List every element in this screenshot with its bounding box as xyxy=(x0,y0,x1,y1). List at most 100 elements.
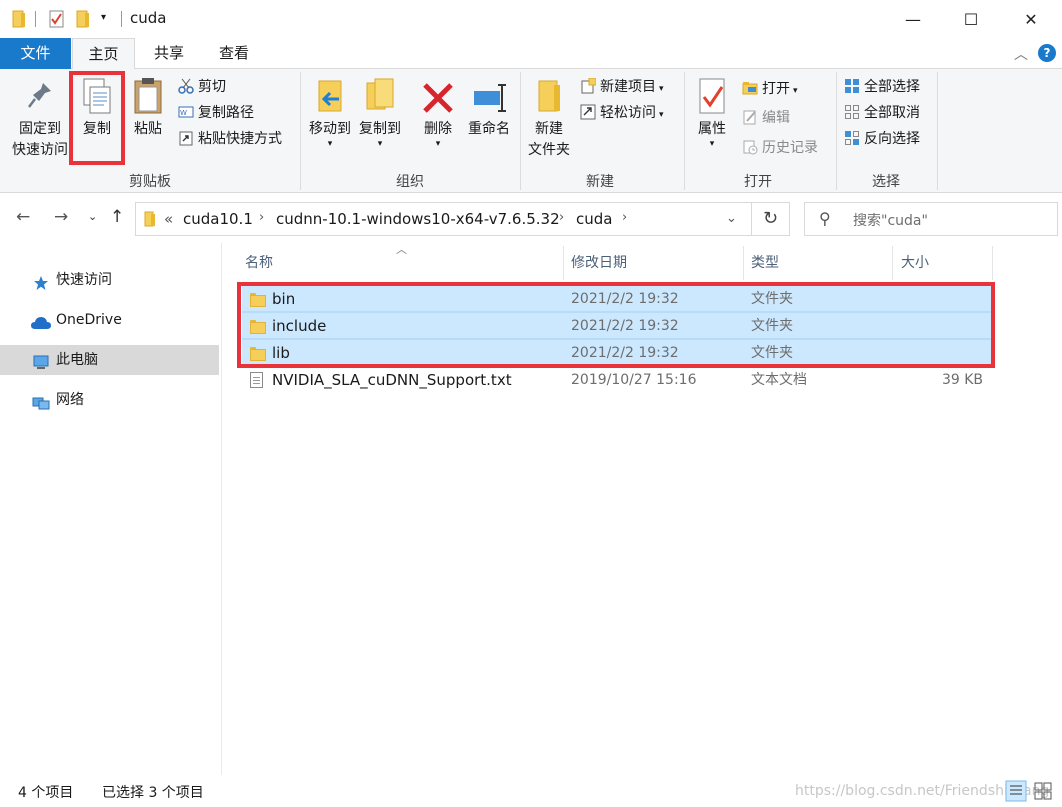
customize-toolbar-icon[interactable]: ▾ xyxy=(101,12,106,30)
select-none-button[interactable]: 全部取消 xyxy=(844,102,920,124)
navigation-pane: 快速访问 OneDrive 此电脑 网络 xyxy=(0,243,222,775)
maximize-button[interactable]: ☐ xyxy=(948,0,994,38)
group-separator xyxy=(520,72,521,190)
history-button[interactable]: 历史记录 xyxy=(742,137,818,159)
pin-to-quick-access-button[interactable]: 固定到 快速访问 xyxy=(6,77,74,161)
folder-app-icon[interactable] xyxy=(12,10,26,28)
column-divider[interactable] xyxy=(563,246,564,280)
recent-locations-chevron-icon[interactable]: ⌄ xyxy=(88,210,97,223)
move-to-icon xyxy=(313,77,347,117)
column-divider[interactable] xyxy=(992,246,993,280)
up-arrow-icon[interactable]: ↑ xyxy=(110,207,124,227)
paste-shortcut-button[interactable]: 粘贴快捷方式 xyxy=(178,128,282,150)
tab-share[interactable]: 共享 xyxy=(140,38,198,69)
large-icons-view-icon[interactable] xyxy=(1032,780,1054,802)
paste-icon xyxy=(131,77,165,117)
nav-item-quick-access[interactable]: 快速访问 xyxy=(0,265,219,295)
breadcrumb-item[interactable]: cuda10.1 xyxy=(183,210,253,228)
new-folder-icon xyxy=(532,77,566,117)
paste-shortcut-icon xyxy=(178,130,194,146)
new-folder-quick-icon[interactable] xyxy=(76,10,90,28)
title-separator xyxy=(121,11,122,27)
group-label-select: 选择 xyxy=(872,174,900,190)
edit-button[interactable]: 编辑 xyxy=(742,107,790,129)
open-label: 打开 xyxy=(762,81,790,97)
copy-to-button[interactable]: 复制到 ▾ xyxy=(355,77,405,149)
tab-home[interactable]: 主页 xyxy=(72,38,135,70)
column-header-type[interactable]: 类型 xyxy=(751,246,779,280)
nav-label: 快速访问 xyxy=(56,272,112,288)
column-header-date[interactable]: 修改日期 xyxy=(571,246,627,280)
file-size: 39 KB xyxy=(941,372,983,388)
easy-access-icon xyxy=(580,104,596,120)
edit-icon xyxy=(742,109,758,125)
paste-button[interactable]: 粘贴 xyxy=(128,77,168,140)
group-separator xyxy=(684,72,685,190)
group-label-organize: 组织 xyxy=(396,174,424,190)
tab-view[interactable]: 查看 xyxy=(203,38,265,69)
move-to-label: 移动到 xyxy=(309,121,351,137)
refresh-icon[interactable]: ↻ xyxy=(752,202,790,236)
cloud-icon xyxy=(30,312,51,329)
properties-quick-icon[interactable] xyxy=(49,10,65,28)
search-input[interactable]: 搜索"cuda" xyxy=(853,210,928,230)
address-folder-icon xyxy=(144,211,156,231)
cut-button[interactable]: 剪切 xyxy=(178,76,226,98)
search-box[interactable]: ⚲ 搜索"cuda" xyxy=(804,202,1058,236)
group-separator xyxy=(937,72,938,190)
text-file-icon xyxy=(250,372,263,388)
breadcrumb-chevron-icon[interactable]: › xyxy=(559,210,564,225)
properties-dropdown-icon: ▾ xyxy=(709,139,715,149)
delete-button[interactable]: 删除 ▾ xyxy=(418,77,458,149)
new-item-button[interactable]: 新建项目 ▾ xyxy=(580,76,664,98)
details-view-icon[interactable] xyxy=(1005,780,1027,802)
easy-access-button[interactable]: 轻松访问 ▾ xyxy=(580,102,664,124)
nav-item-onedrive[interactable]: OneDrive xyxy=(0,305,219,335)
collapse-ribbon-icon[interactable]: ︿ xyxy=(1014,44,1028,64)
rename-icon xyxy=(472,77,506,117)
help-icon[interactable]: ? xyxy=(1038,44,1056,62)
open-button[interactable]: 打开 ▾ xyxy=(742,78,798,100)
new-folder-button[interactable]: 新建 文件夹 xyxy=(524,77,574,161)
breadcrumb-item[interactable]: cudnn-10.1-windows10-x64-v7.6.5.32 xyxy=(276,210,560,228)
address-bar[interactable]: « cuda10.1 › cudnn-10.1-windows10-x64-v7… xyxy=(135,202,752,236)
move-to-dropdown-icon: ▾ xyxy=(327,139,333,149)
easy-access-label: 轻松访问 xyxy=(600,105,656,121)
invert-selection-label: 反向选择 xyxy=(864,131,920,147)
column-divider[interactable] xyxy=(743,246,744,280)
column-header-size[interactable]: 大小 xyxy=(901,246,929,280)
network-icon xyxy=(32,392,50,410)
select-all-button[interactable]: 全部选择 xyxy=(844,76,920,98)
column-divider[interactable] xyxy=(892,246,893,280)
file-name: NVIDIA_SLA_cuDNN_Support.txt xyxy=(272,371,512,389)
delete-x-icon xyxy=(421,77,455,117)
tab-file[interactable]: 文件 xyxy=(0,38,71,69)
breadcrumb-chevron-icon[interactable]: › xyxy=(259,210,264,225)
copy-to-icon xyxy=(363,77,397,117)
breadcrumb-chevron-icon[interactable]: › xyxy=(622,210,627,225)
title-separator xyxy=(35,11,36,27)
easy-access-dropdown-icon: ▾ xyxy=(659,110,664,120)
select-all-icon xyxy=(844,78,860,94)
paste-shortcut-label: 粘贴快捷方式 xyxy=(198,131,282,147)
file-row[interactable]: NVIDIA_SLA_cuDNN_Support.txt 2019/10/27 … xyxy=(242,367,993,394)
breadcrumb-overflow[interactable]: « xyxy=(164,210,173,228)
minimize-button[interactable]: — xyxy=(890,0,936,38)
navigation-bar: ← → ⌄ ↑ « cuda10.1 › cudnn-10.1-windows1… xyxy=(0,193,1062,243)
rename-button[interactable]: 重命名 xyxy=(462,77,516,140)
new-item-label: 新建项目 xyxy=(600,79,656,95)
address-dropdown-icon[interactable]: ⌄ xyxy=(726,211,737,226)
forward-arrow-icon[interactable]: → xyxy=(54,207,68,227)
nav-item-this-pc[interactable]: 此电脑 xyxy=(0,345,219,375)
invert-selection-button[interactable]: 反向选择 xyxy=(844,128,920,150)
back-arrow-icon[interactable]: ← xyxy=(16,207,30,227)
properties-button[interactable]: 属性 ▾ xyxy=(690,77,734,149)
column-header-name[interactable]: 名称 xyxy=(245,246,273,280)
close-button[interactable]: ✕ xyxy=(1008,0,1054,38)
nav-item-network[interactable]: 网络 xyxy=(0,385,219,415)
move-to-button[interactable]: 移动到 ▾ xyxy=(305,77,355,149)
copy-path-icon: W xyxy=(178,104,194,120)
copy-path-button[interactable]: W 复制路径 xyxy=(178,102,254,124)
breadcrumb-item[interactable]: cuda xyxy=(576,210,612,228)
delete-dropdown-icon: ▾ xyxy=(435,139,441,149)
